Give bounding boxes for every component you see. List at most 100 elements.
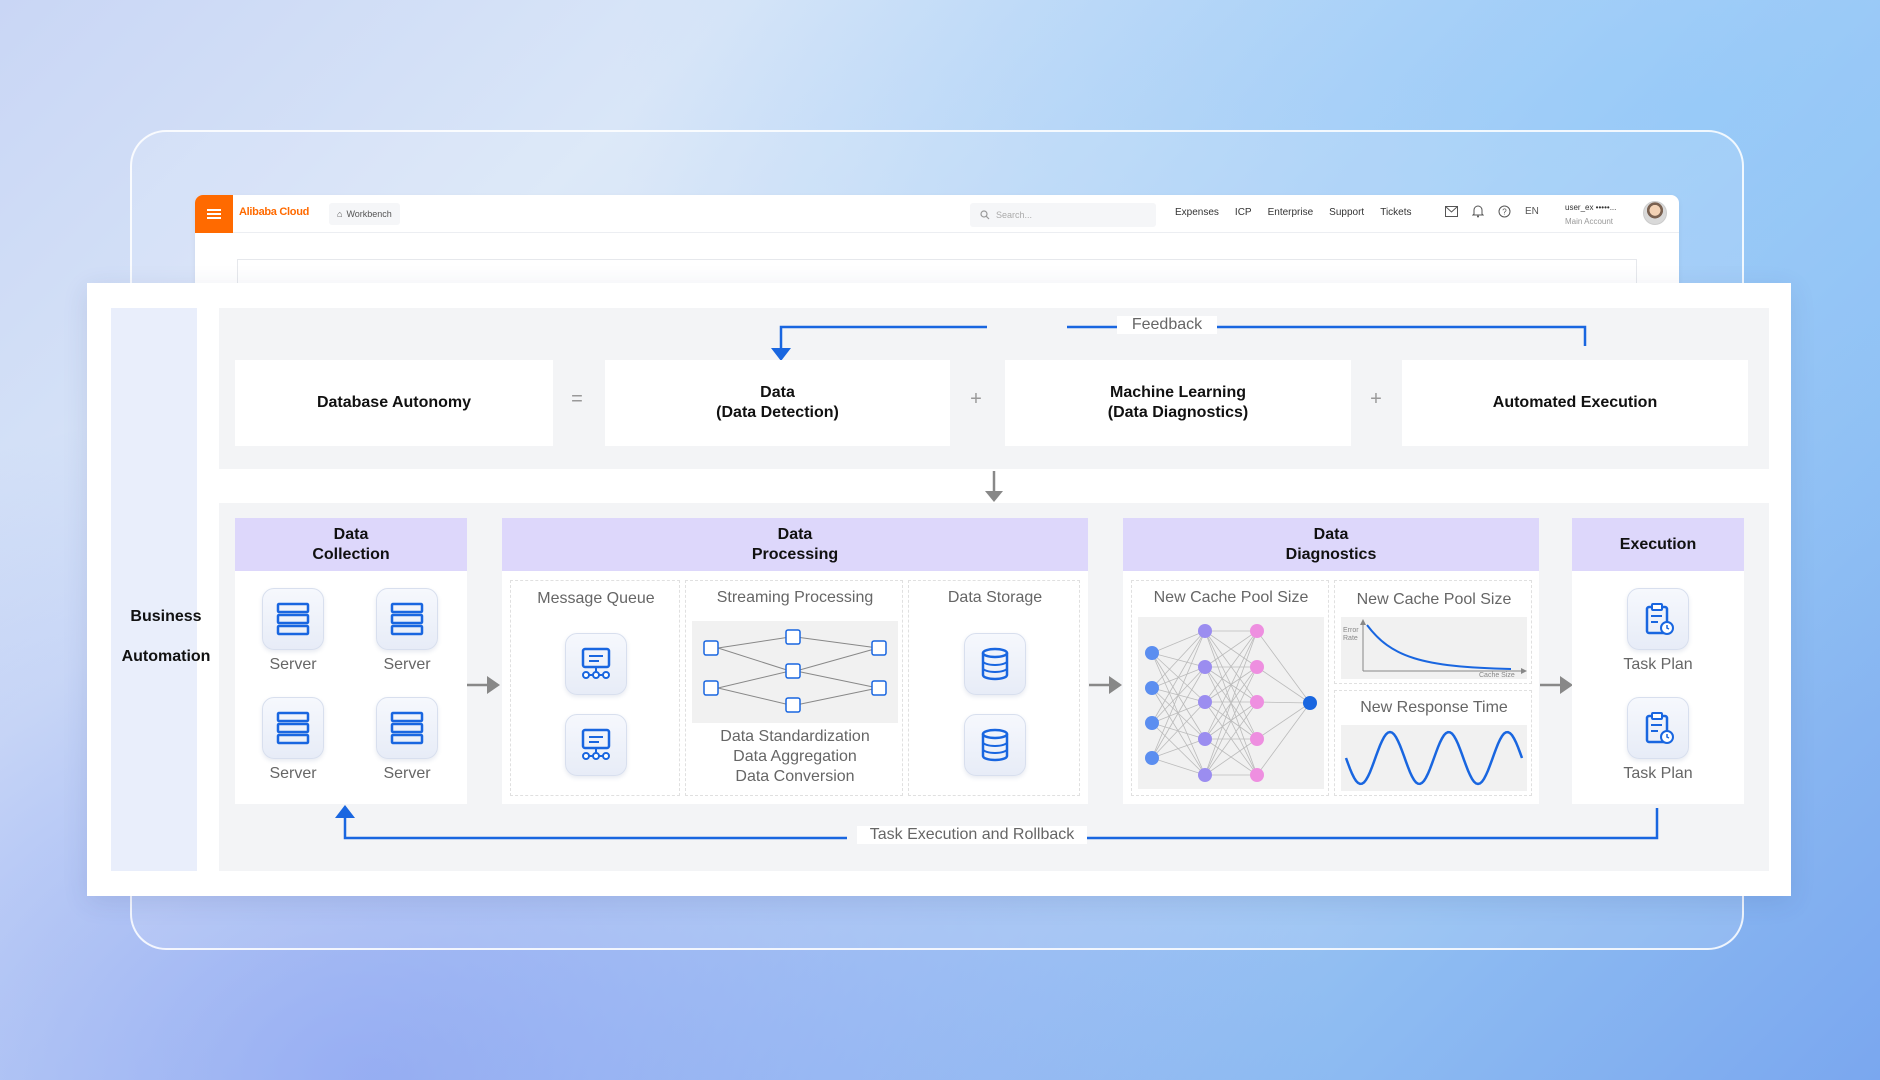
response-time-chart (1341, 725, 1527, 791)
processing-step-3: Data Conversion (735, 768, 855, 785)
message-queue-icon (565, 714, 627, 776)
console-topbar: Alibaba Cloud ⌂ Workbench Search... Expe… (195, 195, 1679, 233)
down-arrow-head (985, 491, 1003, 502)
task-plan-label-1: Task Plan (1623, 656, 1693, 673)
stream-flow-graphic (692, 621, 898, 723)
processing-step-1: Data Standardization (720, 728, 870, 745)
message-queue-icon (565, 633, 627, 695)
nav-enterprise[interactable]: Enterprise (1268, 207, 1314, 218)
rollback-line-left (343, 813, 847, 840)
help-icon[interactable]: ? (1498, 205, 1511, 218)
data-storage-label: Data Storage (947, 589, 1043, 606)
nav-icons: ? EN (1445, 205, 1539, 218)
console-window: Alibaba Cloud ⌂ Workbench Search... Expe… (195, 195, 1679, 285)
database-autonomy-label: Database Autonomy (316, 394, 472, 411)
message-queue-box: Message Queue (510, 580, 680, 796)
search-input[interactable]: Search... (970, 203, 1156, 227)
alibaba-cloud-logo[interactable]: Alibaba Cloud (239, 206, 309, 218)
processing-step-2: Data Aggregation (733, 748, 857, 765)
nn-node (1145, 646, 1159, 660)
nav-support[interactable]: Support (1329, 207, 1364, 218)
neural-net-title: New Cache Pool Size (1153, 589, 1309, 606)
server-label-1: Server (269, 656, 317, 673)
term-data-line1: Data (760, 384, 795, 401)
nav-expenses[interactable]: Expenses (1175, 207, 1219, 218)
svg-text:?: ? (1502, 208, 1507, 217)
arrow-head-2 (1109, 676, 1122, 694)
cache-pool-chart: Error Rate Cache Size (1341, 617, 1527, 679)
term-ml-line2: (Data Diagnostics) (1107, 404, 1249, 421)
task-plan-label-2: Task Plan (1623, 765, 1693, 782)
workbench-button[interactable]: ⌂ Workbench (329, 203, 400, 225)
arrow-head-1 (487, 676, 500, 694)
term-exec-label: Automated Execution (1492, 394, 1658, 411)
nn-edge (1151, 701, 1206, 759)
stage-data-diagnostics: Data Diagnostics New Cache Pool Size New … (1123, 518, 1539, 804)
machine-learning-box: Machine Learning (Data Diagnostics) (1005, 360, 1351, 446)
menu-button[interactable] (195, 195, 233, 233)
response-time-wave (1344, 730, 1524, 786)
nn-node (1145, 681, 1159, 695)
stage-header-processing: Data Processing (502, 518, 1088, 571)
nn-node (1250, 695, 1264, 709)
server-label-3: Server (269, 765, 317, 782)
diagnostics-title-2: Diagnostics (1285, 545, 1377, 563)
search-icon (980, 210, 990, 220)
data-detection-box: Data (Data Detection) (605, 360, 950, 446)
hamburger-icon (207, 209, 221, 219)
bell-icon[interactable] (1472, 205, 1484, 218)
user-role: Main Account (1565, 217, 1614, 226)
cache-pool-chart-title: New Cache Pool Size (1356, 591, 1512, 608)
diagnostics-title-1: Data (1313, 525, 1349, 543)
plus-sign-2: + (1370, 388, 1382, 410)
error-rate-curve (1366, 624, 1512, 670)
nn-node (1250, 732, 1264, 746)
response-time-chart-title: New Response Time (1360, 699, 1508, 716)
chart-xlabel: Cache Size (1479, 672, 1515, 679)
nn-node (1198, 624, 1212, 638)
server-label-2: Server (383, 656, 431, 673)
nav-tickets[interactable]: Tickets (1380, 207, 1411, 218)
nn-edge (1256, 702, 1311, 776)
stream-flow-icon (703, 629, 887, 713)
server-icon (376, 588, 438, 650)
rollback-arrowhead (335, 805, 355, 818)
feedback-line-left (779, 325, 987, 351)
collection-title-1: Data (333, 525, 369, 543)
home-icon: ⌂ (337, 209, 343, 219)
nn-node (1198, 768, 1212, 782)
chart-ylabel: Error Rate (1343, 627, 1359, 642)
mail-icon[interactable] (1445, 206, 1458, 217)
user-info[interactable]: user_ex •••••... Main Account (1565, 201, 1616, 229)
processing-title-2: Processing (751, 545, 839, 563)
task-plan-icon (1627, 588, 1689, 650)
nn-node (1250, 768, 1264, 782)
nn-node (1145, 716, 1159, 730)
database-icon (964, 633, 1026, 695)
response-time-chart-box: New Response Time (1334, 690, 1532, 796)
term-ml-line1: Machine Learning (1109, 384, 1247, 401)
server-label-4: Server (383, 765, 431, 782)
diagram-panel: Business Automation Feedback Database Au… (87, 283, 1791, 896)
nn-edge (1151, 630, 1206, 689)
avatar[interactable] (1643, 201, 1667, 225)
nav-icp[interactable]: ICP (1235, 207, 1252, 218)
streaming-processing-box: Streaming Processing Data Standardizatio… (685, 580, 903, 796)
language-switch[interactable]: EN (1525, 206, 1539, 217)
server-icon (376, 697, 438, 759)
neural-network-graphic (1138, 617, 1324, 789)
automated-execution-box: Automated Execution (1402, 360, 1748, 446)
nn-edge (1256, 666, 1311, 704)
stage-data-collection: Data Collection Server Server Server Serv… (235, 518, 467, 804)
console-content (237, 259, 1637, 285)
nn-edge (1256, 630, 1311, 704)
neural-net-box: New Cache Pool Size (1131, 580, 1329, 796)
neural-network-icon (1145, 624, 1317, 782)
plus-sign-1: + (970, 388, 982, 410)
nn-node (1145, 751, 1159, 765)
stage-data-processing: Data Processing Message Queue Streaming P… (502, 518, 1088, 804)
database-autonomy-box: Database Autonomy (235, 360, 553, 446)
search-placeholder: Search... (996, 210, 1033, 220)
processing-title-1: Data (777, 525, 813, 543)
nn-edge (1151, 738, 1206, 759)
